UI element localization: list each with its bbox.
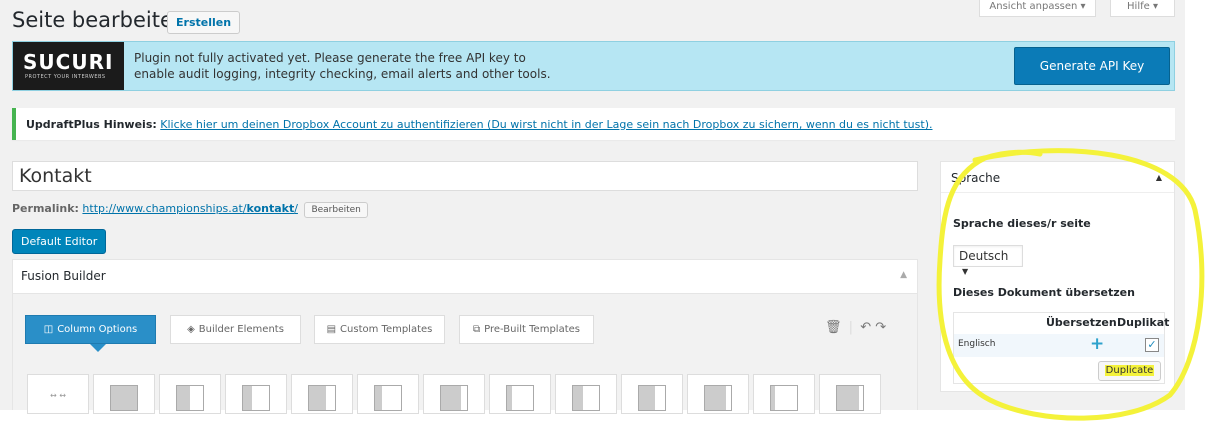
tab-custom-templates[interactable]: ▤ Custom Templates (314, 315, 445, 344)
fusion-builder-header[interactable]: Fusion Builder ▲ (13, 260, 917, 294)
screen-options-tab[interactable]: Ansicht anpassen ▾ (979, 0, 1096, 17)
column-layout-five-sixths[interactable] (819, 374, 881, 414)
create-button[interactable]: Erstellen (167, 11, 241, 34)
builder-actions: 🗑 | ↶ ↷ (825, 320, 887, 335)
col-translate-header: Übersetzen (1046, 316, 1117, 329)
fusion-builder-panel: Fusion Builder ▲ ◫ Column Options ◈ Builde… (12, 259, 918, 414)
language-metabox: Sprache ▲ Sprache dieses/r seite Deutsch… (940, 161, 1175, 392)
tab-column-options-label: Column Options (57, 324, 138, 335)
post-title-input[interactable]: Kontakt (12, 161, 918, 191)
column-layout-quarter[interactable] (357, 374, 419, 414)
dropdown-arrow-icon: ▼ (962, 267, 969, 276)
copy-icon: ⧉ (473, 324, 481, 335)
translation-table-header: Übersetzen Duplikat (954, 313, 1169, 333)
tab-prebuilt-templates-label: Pre-Built Templates (484, 324, 580, 335)
permalink-slug: kontakt (246, 202, 295, 215)
permalink-base: http://www.championships.at/ (82, 202, 247, 215)
collapse-arrow-icon[interactable]: ▲ (1156, 173, 1162, 182)
col-duplicate-header: Duplikat (1117, 316, 1170, 329)
column-layout-fifth[interactable] (489, 374, 551, 414)
tab-column-options[interactable]: ◫ Column Options (25, 315, 156, 344)
language-select[interactable]: Deutsch ▼ (953, 245, 1023, 276)
add-translation-icon[interactable]: + (1090, 334, 1104, 354)
updraft-notice: UpdraftPlus Hinweis: Klicke hier um dein… (12, 108, 1175, 140)
sucuri-logo-text: SUCURI (23, 50, 114, 74)
help-tab[interactable]: Hilfe ▾ (1110, 0, 1175, 17)
file-icon: ▤ (326, 324, 337, 335)
undo-icon[interactable]: ↶ (860, 320, 871, 335)
sucuri-notice: SUCURI PROTECT YOUR INTERWEBS Plugin not… (12, 41, 1175, 91)
sucuri-message-line2: enable audit logging, integrity checking… (134, 67, 551, 81)
column-layout-two-fifths[interactable] (555, 374, 617, 414)
duplicate-button-label: Duplicate (1104, 365, 1155, 376)
tab-prebuilt-templates[interactable]: ⧉ Pre-Built Templates (459, 315, 594, 344)
column-layout-four-fifths[interactable] (687, 374, 749, 414)
columns-icon: ◫ (43, 324, 54, 335)
column-layout-half[interactable] (159, 374, 221, 414)
sucuri-logo-tagline: PROTECT YOUR INTERWEBS (25, 74, 106, 80)
fusion-builder-body: ◫ Column Options ◈ Builder Elements ▤ Custo… (13, 294, 917, 414)
translation-language: Englisch (958, 339, 996, 349)
column-layout-third[interactable] (225, 374, 287, 414)
column-layout-full[interactable] (93, 374, 155, 414)
permalink-edit-button[interactable]: Bearbeiten (304, 202, 368, 218)
permalink-label: Permalink: (12, 202, 79, 215)
language-select-value: Deutsch (959, 249, 1009, 263)
generate-api-key-button[interactable]: Generate API Key (1014, 47, 1170, 85)
permalink-row: Permalink: http://www.championships.at/k… (12, 202, 368, 218)
dropbox-auth-link[interactable]: Klicke hier um deinen Dropbox Account zu… (160, 118, 932, 131)
fusion-builder-title: Fusion Builder (21, 269, 106, 283)
language-metabox-title: Sprache (951, 171, 1001, 185)
column-layout-three-fifths[interactable] (621, 374, 683, 414)
redo-icon[interactable]: ↷ (875, 320, 886, 335)
sucuri-logo: SUCURI PROTECT YOUR INTERWEBS (13, 42, 124, 90)
sucuri-message: Plugin not fully activated yet. Please g… (134, 50, 634, 82)
column-layout-sixth[interactable] (753, 374, 815, 414)
language-label: Sprache dieses/r seite (953, 217, 1091, 230)
permalink-trail: / (294, 202, 298, 215)
translation-row: Englisch + ✓ (954, 334, 1164, 357)
page-title: Seite bearbeiten (12, 8, 187, 32)
column-layout-three-quarters[interactable] (423, 374, 485, 414)
tab-builder-elements-label: Builder Elements (198, 324, 284, 335)
permalink-link[interactable]: http://www.championships.at/kontakt/ (82, 202, 298, 215)
active-tab-caret (90, 344, 106, 352)
translate-label: Dieses Dokument übersetzen (953, 286, 1135, 299)
sucuri-message-line1: Plugin not fully activated yet. Please g… (134, 51, 526, 65)
duplicate-checkbox[interactable]: ✓ (1145, 338, 1159, 352)
updraft-label: UpdraftPlus Hinweis: (26, 118, 157, 131)
trash-icon[interactable]: 🗑 (825, 320, 842, 335)
default-editor-button[interactable]: Default Editor (12, 229, 107, 254)
tab-builder-elements[interactable]: ◈ Builder Elements (170, 315, 301, 344)
column-layout-resize[interactable]: ↔ ↔ (27, 374, 89, 414)
column-layout-two-thirds[interactable] (291, 374, 353, 414)
tab-custom-templates-label: Custom Templates (340, 324, 433, 335)
duplicate-button[interactable]: Duplicate (1098, 361, 1161, 381)
language-metabox-header[interactable]: Sprache ▲ (941, 162, 1174, 193)
collapse-arrow-icon[interactable]: ▲ (900, 270, 907, 280)
layers-icon: ◈ (187, 324, 195, 335)
translation-table: Übersetzen Duplikat Englisch + ✓ Duplica… (953, 312, 1169, 384)
